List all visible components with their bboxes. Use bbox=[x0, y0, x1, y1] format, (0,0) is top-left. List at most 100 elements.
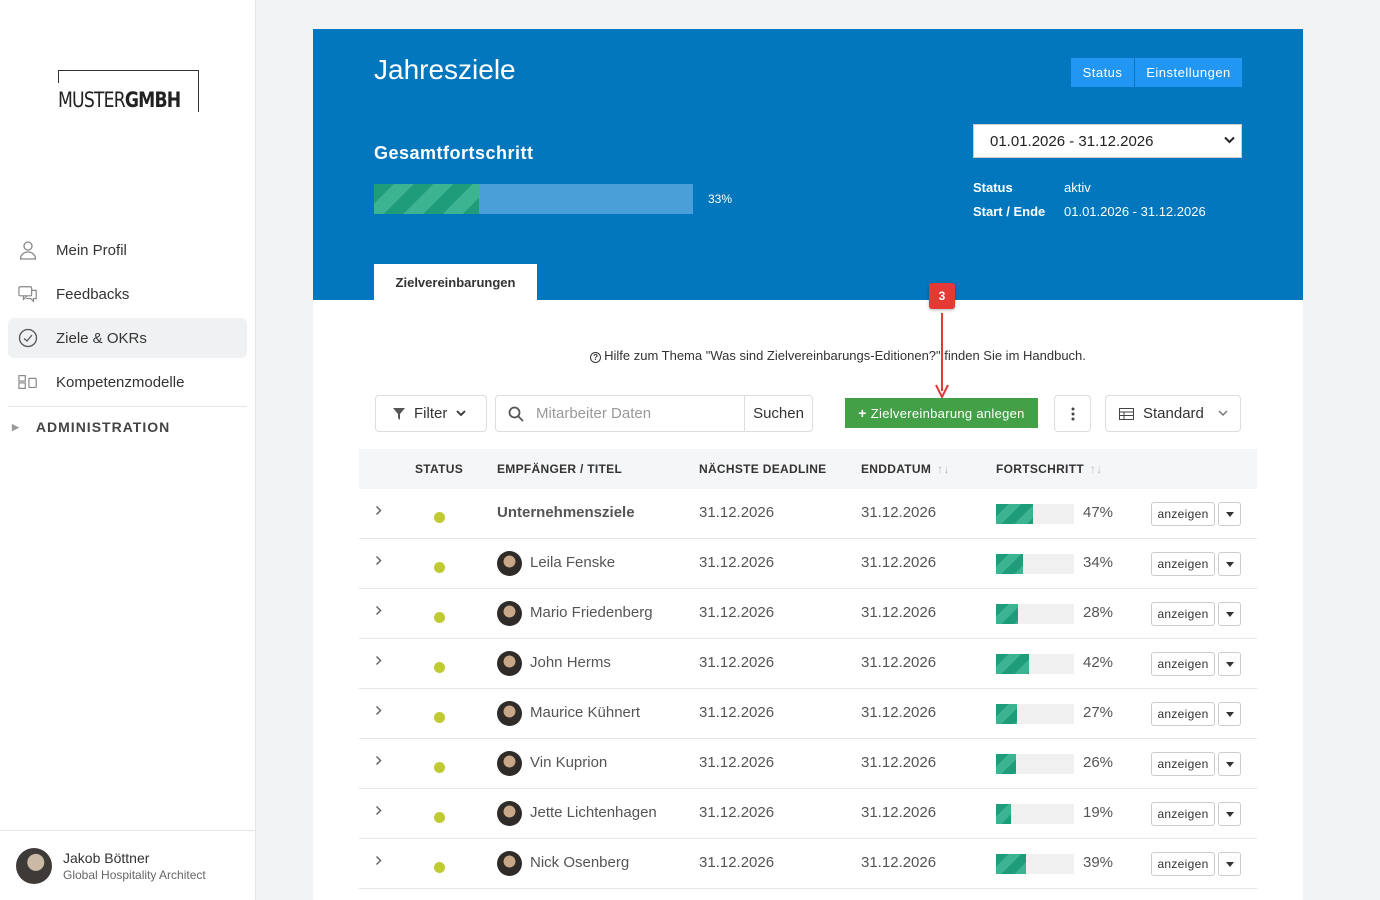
row-dropdown-button[interactable] bbox=[1218, 552, 1241, 576]
row-dropdown-button[interactable] bbox=[1218, 652, 1241, 676]
col-status[interactable]: STATUS bbox=[415, 462, 463, 476]
progress-percent: 19% bbox=[1083, 804, 1114, 821]
caret-down-icon bbox=[1225, 611, 1234, 617]
main-card: Jahresziele Status Einstellungen Gesamtf… bbox=[313, 29, 1303, 900]
caret-down-icon bbox=[1225, 661, 1234, 667]
table-row[interactable]: Jette Lichtenhagen 31.12.2026 31.12.2026… bbox=[359, 789, 1257, 839]
filter-button[interactable]: Filter bbox=[375, 395, 487, 432]
tab-zielvereinbarungen[interactable]: Zielvereinbarungen bbox=[374, 264, 537, 300]
show-button[interactable]: anzeigen bbox=[1151, 502, 1215, 526]
col-deadline[interactable]: NÄCHSTE DEADLINE bbox=[699, 462, 826, 476]
company-logo[interactable]: MUSTERGMBH bbox=[58, 70, 199, 112]
progress-fill bbox=[996, 554, 1023, 574]
progress-percent: 42% bbox=[1083, 654, 1114, 671]
row-dropdown-button[interactable] bbox=[1218, 502, 1241, 526]
progress-percent: 47% bbox=[1083, 504, 1114, 521]
row-dropdown-button[interactable] bbox=[1218, 852, 1241, 876]
show-button[interactable]: anzeigen bbox=[1151, 552, 1215, 576]
recipient-name[interactable]: Jette Lichtenhagen bbox=[530, 804, 657, 821]
search-input[interactable]: Mitarbeiter Daten bbox=[495, 395, 745, 432]
sidebar-item-mein-profil[interactable]: Mein Profil bbox=[8, 230, 247, 270]
progress-bar bbox=[996, 554, 1074, 574]
expand-chevron-icon[interactable] bbox=[375, 803, 383, 819]
expand-chevron-icon[interactable] bbox=[375, 653, 383, 669]
recipient-name[interactable]: Nick Osenberg bbox=[530, 854, 629, 871]
table-row[interactable]: John Herms 31.12.2026 31.12.2026 42% anz… bbox=[359, 639, 1257, 689]
sidebar: MUSTERGMBH Mein Profil Feedbacks Ziele &… bbox=[0, 0, 256, 900]
recipient-name[interactable]: Unternehmensziele bbox=[497, 504, 635, 521]
deadline: 31.12.2026 bbox=[699, 654, 775, 671]
col-end[interactable]: ENDDATUM ↑↓ bbox=[861, 462, 950, 476]
user-name: Jakob Böttner bbox=[63, 849, 150, 866]
avatar bbox=[16, 847, 52, 884]
user-icon bbox=[18, 240, 38, 260]
row-dropdown-button[interactable] bbox=[1218, 702, 1241, 726]
grid-icon bbox=[18, 372, 38, 392]
expand-chevron-icon[interactable] bbox=[375, 753, 383, 769]
progress-bar bbox=[996, 604, 1074, 624]
table-row[interactable]: Leila Fenske 31.12.2026 31.12.2026 34% a… bbox=[359, 539, 1257, 589]
deadline: 31.12.2026 bbox=[699, 804, 775, 821]
help-text[interactable]: ? Hilfe zum Thema "Was sind Zielvereinbar… bbox=[313, 348, 1363, 363]
recipient-name[interactable]: Leila Fenske bbox=[530, 554, 615, 571]
table-row[interactable]: Unternehmensziele 31.12.2026 31.12.2026 … bbox=[359, 489, 1257, 539]
expand-chevron-icon[interactable] bbox=[375, 553, 383, 569]
progress-fill bbox=[996, 654, 1029, 674]
current-user[interactable]: Jakob Böttner Global Hospitality Archite… bbox=[0, 830, 255, 900]
help-icon: ? bbox=[590, 352, 602, 363]
sidebar-item-feedbacks[interactable]: Feedbacks bbox=[8, 274, 247, 314]
deadline: 31.12.2026 bbox=[699, 854, 775, 871]
search-icon bbox=[508, 406, 524, 422]
col-progress[interactable]: FORTSCHRITT ↑↓ bbox=[996, 462, 1103, 476]
show-button[interactable]: anzeigen bbox=[1151, 652, 1215, 676]
status-dot bbox=[434, 762, 445, 773]
deadline: 31.12.2026 bbox=[699, 754, 775, 771]
progress-fill bbox=[996, 804, 1011, 824]
row-dropdown-button[interactable] bbox=[1218, 752, 1241, 776]
status-dot bbox=[434, 512, 445, 523]
settings-button[interactable]: Einstellungen bbox=[1135, 58, 1242, 87]
table-header: STATUS EMPFÄNGER / TITEL NÄCHSTE DEADLIN… bbox=[359, 449, 1257, 489]
status-button[interactable]: Status bbox=[1071, 58, 1134, 87]
recipient-name[interactable]: Mario Friedenberg bbox=[530, 604, 653, 621]
end-date: 31.12.2026 bbox=[861, 704, 937, 721]
expand-chevron-icon[interactable] bbox=[375, 853, 383, 869]
status-value: aktiv bbox=[1064, 180, 1091, 195]
show-button[interactable]: anzeigen bbox=[1151, 702, 1215, 726]
expand-chevron-icon[interactable] bbox=[375, 703, 383, 719]
progress-percent: 26% bbox=[1083, 754, 1114, 771]
add-agreement-button[interactable]: + Zielvereinbarung anlegen bbox=[845, 398, 1038, 428]
table-row[interactable]: Nick Osenberg 31.12.2026 31.12.2026 39% … bbox=[359, 839, 1257, 889]
table-row[interactable]: Maurice Kühnert 31.12.2026 31.12.2026 27… bbox=[359, 689, 1257, 739]
expand-chevron-icon[interactable] bbox=[375, 603, 383, 619]
recipient-name[interactable]: John Herms bbox=[530, 654, 611, 671]
sidebar-item-administration[interactable]: ▶ ADMINISTRATION bbox=[8, 407, 247, 447]
sidebar-item-ziele-okrs[interactable]: Ziele & OKRs bbox=[8, 318, 247, 358]
recipient-name[interactable]: Maurice Kühnert bbox=[530, 704, 640, 721]
sidebar-item-label: Feedbacks bbox=[56, 285, 130, 303]
avatar bbox=[497, 751, 522, 776]
show-button[interactable]: anzeigen bbox=[1151, 602, 1215, 626]
show-button[interactable]: anzeigen bbox=[1151, 752, 1215, 776]
table-row[interactable]: Vin Kuprion 31.12.2026 31.12.2026 26% an… bbox=[359, 739, 1257, 789]
search-button[interactable]: Suchen bbox=[744, 395, 813, 432]
recipient-name[interactable]: Vin Kuprion bbox=[530, 754, 607, 771]
table-row[interactable]: Mario Friedenberg 31.12.2026 31.12.2026 … bbox=[359, 589, 1257, 639]
period-select[interactable]: 01.01.2026 - 31.12.2026 bbox=[973, 124, 1242, 158]
more-options-button[interactable] bbox=[1054, 395, 1091, 432]
chevron-down-icon bbox=[1218, 410, 1228, 417]
show-button[interactable]: anzeigen bbox=[1151, 852, 1215, 876]
col-recipient[interactable]: EMPFÄNGER / TITEL bbox=[497, 462, 622, 476]
progress-fill bbox=[996, 604, 1018, 624]
progress-bar bbox=[996, 654, 1074, 674]
expand-chevron-icon[interactable] bbox=[375, 503, 383, 519]
view-select[interactable]: Standard bbox=[1105, 395, 1241, 432]
end-date: 31.12.2026 bbox=[861, 754, 937, 771]
end-date: 31.12.2026 bbox=[861, 854, 937, 871]
row-dropdown-button[interactable] bbox=[1218, 602, 1241, 626]
row-dropdown-button[interactable] bbox=[1218, 802, 1241, 826]
status-dot bbox=[434, 862, 445, 873]
sidebar-item-kompetenzmodelle[interactable]: Kompetenzmodelle bbox=[8, 362, 247, 402]
show-button[interactable]: anzeigen bbox=[1151, 802, 1215, 826]
end-date: 31.12.2026 bbox=[861, 654, 937, 671]
